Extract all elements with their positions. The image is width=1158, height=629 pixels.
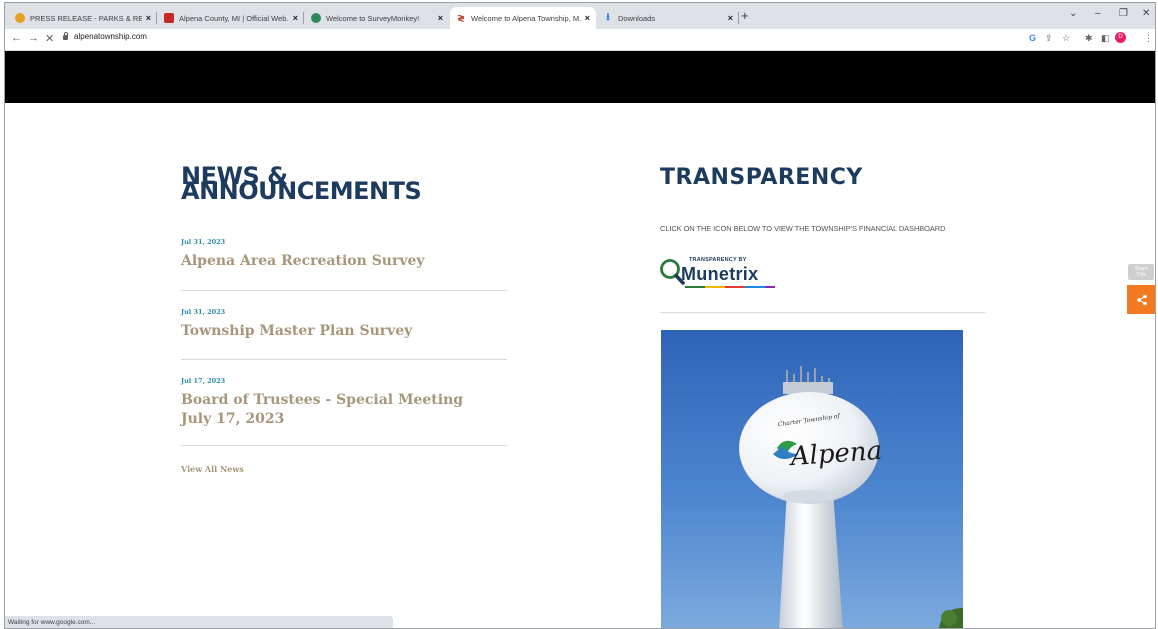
view-all-news-link[interactable]: View All News: [181, 464, 244, 474]
news-date: Jul 31, 2023: [181, 238, 226, 246]
favicon-icon: [311, 13, 321, 23]
profile-avatar-icon[interactable]: D: [1115, 32, 1126, 43]
close-icon[interactable]: ×: [728, 13, 733, 23]
google-icon[interactable]: G: [1029, 33, 1036, 43]
favicon-icon: [164, 13, 174, 23]
bookmark-star-icon[interactable]: ☆: [1062, 33, 1070, 44]
transparency-instruction: CLICK ON THE ICON BELOW TO VIEW THE TOWN…: [660, 224, 946, 233]
news-date: Jul 31, 2023: [181, 308, 226, 316]
news-title-link[interactable]: Alpena Area Recreation Survey: [181, 252, 507, 271]
tab-alpena-county[interactable]: Alpena County, MI | Official Web... ×: [158, 7, 304, 29]
close-icon[interactable]: ×: [438, 13, 443, 23]
share-this-label: Share This: [1128, 264, 1154, 280]
download-icon: ⭳: [606, 11, 610, 23]
tab-downloads[interactable]: ⭳ Downloads ×: [597, 7, 739, 29]
tab-search-icon[interactable]: ⌄: [1069, 8, 1077, 19]
extensions-icon[interactable]: ✱: [1085, 33, 1093, 44]
stop-icon[interactable]: ✕: [45, 32, 54, 45]
transparency-divider: [660, 312, 985, 313]
tab-press-release[interactable]: PRESS RELEASE - PARKS & RECR... ×: [9, 7, 157, 29]
back-icon[interactable]: ←: [11, 32, 22, 44]
news-date: Jul 17, 2023: [181, 377, 226, 385]
forward-icon[interactable]: →: [28, 32, 39, 44]
water-tower-photo: Charter Township of Alpena: [661, 330, 963, 628]
browser-toolbar: ← → ✕ alpenatownship.com G ⇪ ☆ ✱ ◧ D ⋮: [5, 29, 1155, 51]
news-divider: [181, 359, 507, 360]
munetrix-name: Munetrix: [681, 264, 759, 284]
address-bar[interactable]: alpenatownship.com: [63, 31, 147, 41]
browser-status-bar: Waiting for www.google.com...: [5, 616, 393, 628]
munetrix-logo-link[interactable]: TRANSPARENCY BY Munetrix: [659, 252, 784, 292]
browser-window: PRESS RELEASE - PARKS & RECR... × Alpena…: [4, 2, 1156, 629]
new-tab-button[interactable]: +: [741, 8, 749, 23]
share-button[interactable]: [1127, 285, 1155, 314]
menu-kebab-icon[interactable]: ⋮: [1144, 33, 1153, 44]
restore-icon[interactable]: ❐: [1119, 8, 1128, 19]
news-divider: [181, 445, 507, 446]
munetrix-prefix: TRANSPARENCY BY: [689, 257, 747, 263]
window-close-icon[interactable]: ✕: [1142, 8, 1150, 19]
news-heading: NEWS & ANNOUNCEMENTS: [181, 162, 422, 205]
url-text: alpenatownship.com: [74, 32, 147, 41]
news-item[interactable]: Jul 31, 2023 Alpena Area Recreation Surv…: [181, 238, 507, 271]
close-icon[interactable]: ×: [293, 13, 298, 23]
favicon-icon: [15, 13, 25, 23]
lock-icon: [63, 31, 68, 40]
tab-surveymonkey[interactable]: Welcome to SurveyMonkey! ×: [305, 7, 449, 29]
site-header-bar: [5, 51, 1155, 103]
favicon-icon: ≷: [457, 12, 465, 23]
news-title-link[interactable]: Township Master Plan Survey: [181, 322, 507, 341]
minimize-icon[interactable]: –: [1095, 8, 1101, 19]
transparency-heading: TRANSPARENCY: [660, 165, 863, 190]
side-panel-icon[interactable]: ◧: [1101, 33, 1110, 44]
share-icon: [1137, 294, 1147, 305]
close-icon[interactable]: ×: [585, 13, 590, 23]
close-icon[interactable]: ×: [146, 13, 151, 23]
news-title-link[interactable]: Board of Trustees - Special Meeting July…: [181, 391, 491, 429]
news-item[interactable]: Jul 31, 2023 Township Master Plan Survey: [181, 308, 507, 341]
share-page-icon[interactable]: ⇪: [1045, 33, 1053, 44]
tab-strip: PRESS RELEASE - PARKS & RECR... × Alpena…: [5, 3, 1155, 29]
news-divider: [181, 290, 507, 291]
news-item[interactable]: Jul 17, 2023 Board of Trustees - Special…: [181, 377, 507, 429]
tab-alpena-township[interactable]: ≷ Welcome to Alpena Township, M... ×: [450, 7, 596, 29]
